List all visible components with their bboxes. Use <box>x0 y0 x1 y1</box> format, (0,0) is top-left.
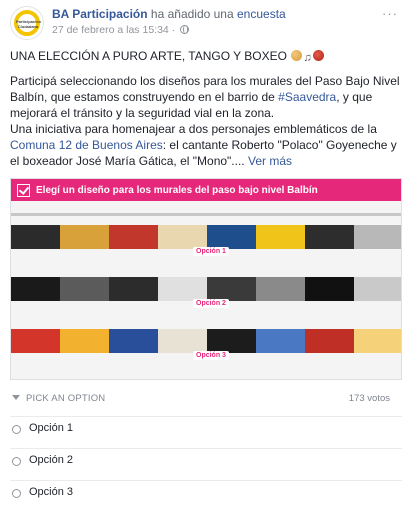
paragraph-2-text-a: Una iniciativa para homenajear a dos per… <box>10 122 377 136</box>
music-notes-emoji-icon: ♫ <box>303 52 312 64</box>
mural-option-1 <box>11 225 401 249</box>
header-action-text: ha añadido una <box>147 7 237 21</box>
road-line <box>11 213 401 216</box>
mural-segment <box>109 225 158 249</box>
mural-segment <box>305 225 354 249</box>
post-paragraph-1: Participá seleccionando los diseños para… <box>10 73 404 121</box>
boxing-glove-emoji-icon <box>312 50 324 61</box>
post-header: Participación Ciudadana BA Participación… <box>10 6 402 40</box>
page-name-link[interactable]: BA Participación <box>52 7 148 21</box>
banner-headline: Elegí un diseño para los murales del pas… <box>11 179 401 201</box>
timestamp-text: 27 de febrero a las 15:34 · <box>52 24 179 36</box>
post-title: UNA ELECCIÓN A PURO ARTE, TANGO Y BOXEO … <box>10 48 404 66</box>
timestamp[interactable]: 27 de febrero a las 15:34 · <box>52 24 190 36</box>
mural-segment <box>256 277 305 301</box>
post-body: UNA ELECCIÓN A PURO ARTE, TANGO Y BOXEO … <box>10 48 404 169</box>
mural-segment <box>11 329 60 353</box>
poll-link[interactable]: encuesta <box>237 7 286 21</box>
poll-option-2[interactable]: Opción 2 <box>10 448 402 472</box>
banner-headline-text: Elegí un diseño para los murales del pas… <box>36 184 318 196</box>
mural-segment <box>11 225 60 249</box>
mural-segment <box>354 329 401 353</box>
poll-option-1[interactable]: Opción 1 <box>10 416 402 440</box>
post-paragraph-2: Una iniciativa para homenajear a dos per… <box>10 121 404 169</box>
mural-segment <box>11 277 60 301</box>
banner-body: Opción 1 Opción 2 Opción 3 <box>11 201 401 379</box>
radio-icon[interactable] <box>12 425 21 434</box>
radio-icon[interactable] <box>12 489 21 498</box>
mural-segment <box>109 329 158 353</box>
header-line: BA Participación ha añadido una encuesta <box>52 7 286 21</box>
palette-emoji-icon <box>291 50 303 61</box>
poll-meta: PICK AN OPTION 173 votos <box>10 392 402 406</box>
mural-segment <box>305 277 354 301</box>
post-title-text: UNA ELECCIÓN A PURO ARTE, TANGO Y BOXEO <box>10 49 287 63</box>
mural-segment <box>109 277 158 301</box>
mural-segment <box>354 277 401 301</box>
poll-option-label: Opción 2 <box>29 454 74 466</box>
radio-icon[interactable] <box>12 457 21 466</box>
poll-banner-image[interactable]: Elegí un diseño para los murales del pas… <box>10 178 402 380</box>
globe-icon <box>180 25 190 34</box>
mural-segment <box>256 225 305 249</box>
vote-count[interactable]: 173 votos <box>349 393 390 404</box>
comuna-link[interactable]: Comuna 12 de Buenos Aires <box>10 138 163 152</box>
mural-label-1: Opción 1 <box>193 247 229 256</box>
mural-option-2 <box>11 277 401 301</box>
mural-segment <box>158 277 207 301</box>
mural-label-2: Opción 2 <box>193 299 229 308</box>
mural-label-3: Opción 3 <box>193 351 229 360</box>
mural-segment <box>354 225 401 249</box>
mural-segment <box>60 329 109 353</box>
poll-option-3[interactable]: Opción 3 <box>10 480 402 504</box>
avatar-label: Participación Ciudadana <box>16 19 42 29</box>
mural-segment <box>60 277 109 301</box>
mural-option-3 <box>11 329 401 353</box>
mural-segment <box>158 225 207 249</box>
mural-segment <box>207 277 256 301</box>
checkbox-icon <box>17 183 30 197</box>
poll-option-label: Opción 1 <box>29 422 74 434</box>
mural-segment <box>158 329 207 353</box>
see-more-link[interactable]: Ver más <box>245 154 292 168</box>
mural-segment <box>207 329 256 353</box>
more-options-icon[interactable]: ··· <box>382 6 398 21</box>
poll-option-label: Opción 3 <box>29 486 74 498</box>
mural-segment <box>60 225 109 249</box>
hashtag-link[interactable]: #Saavedra <box>278 90 336 104</box>
page-avatar[interactable]: Participación Ciudadana <box>10 6 44 40</box>
caret-down-icon[interactable] <box>12 395 20 400</box>
pick-option-label: PICK AN OPTION <box>26 393 106 404</box>
mural-segment <box>207 225 256 249</box>
mural-segment <box>305 329 354 353</box>
mural-segment <box>256 329 305 353</box>
